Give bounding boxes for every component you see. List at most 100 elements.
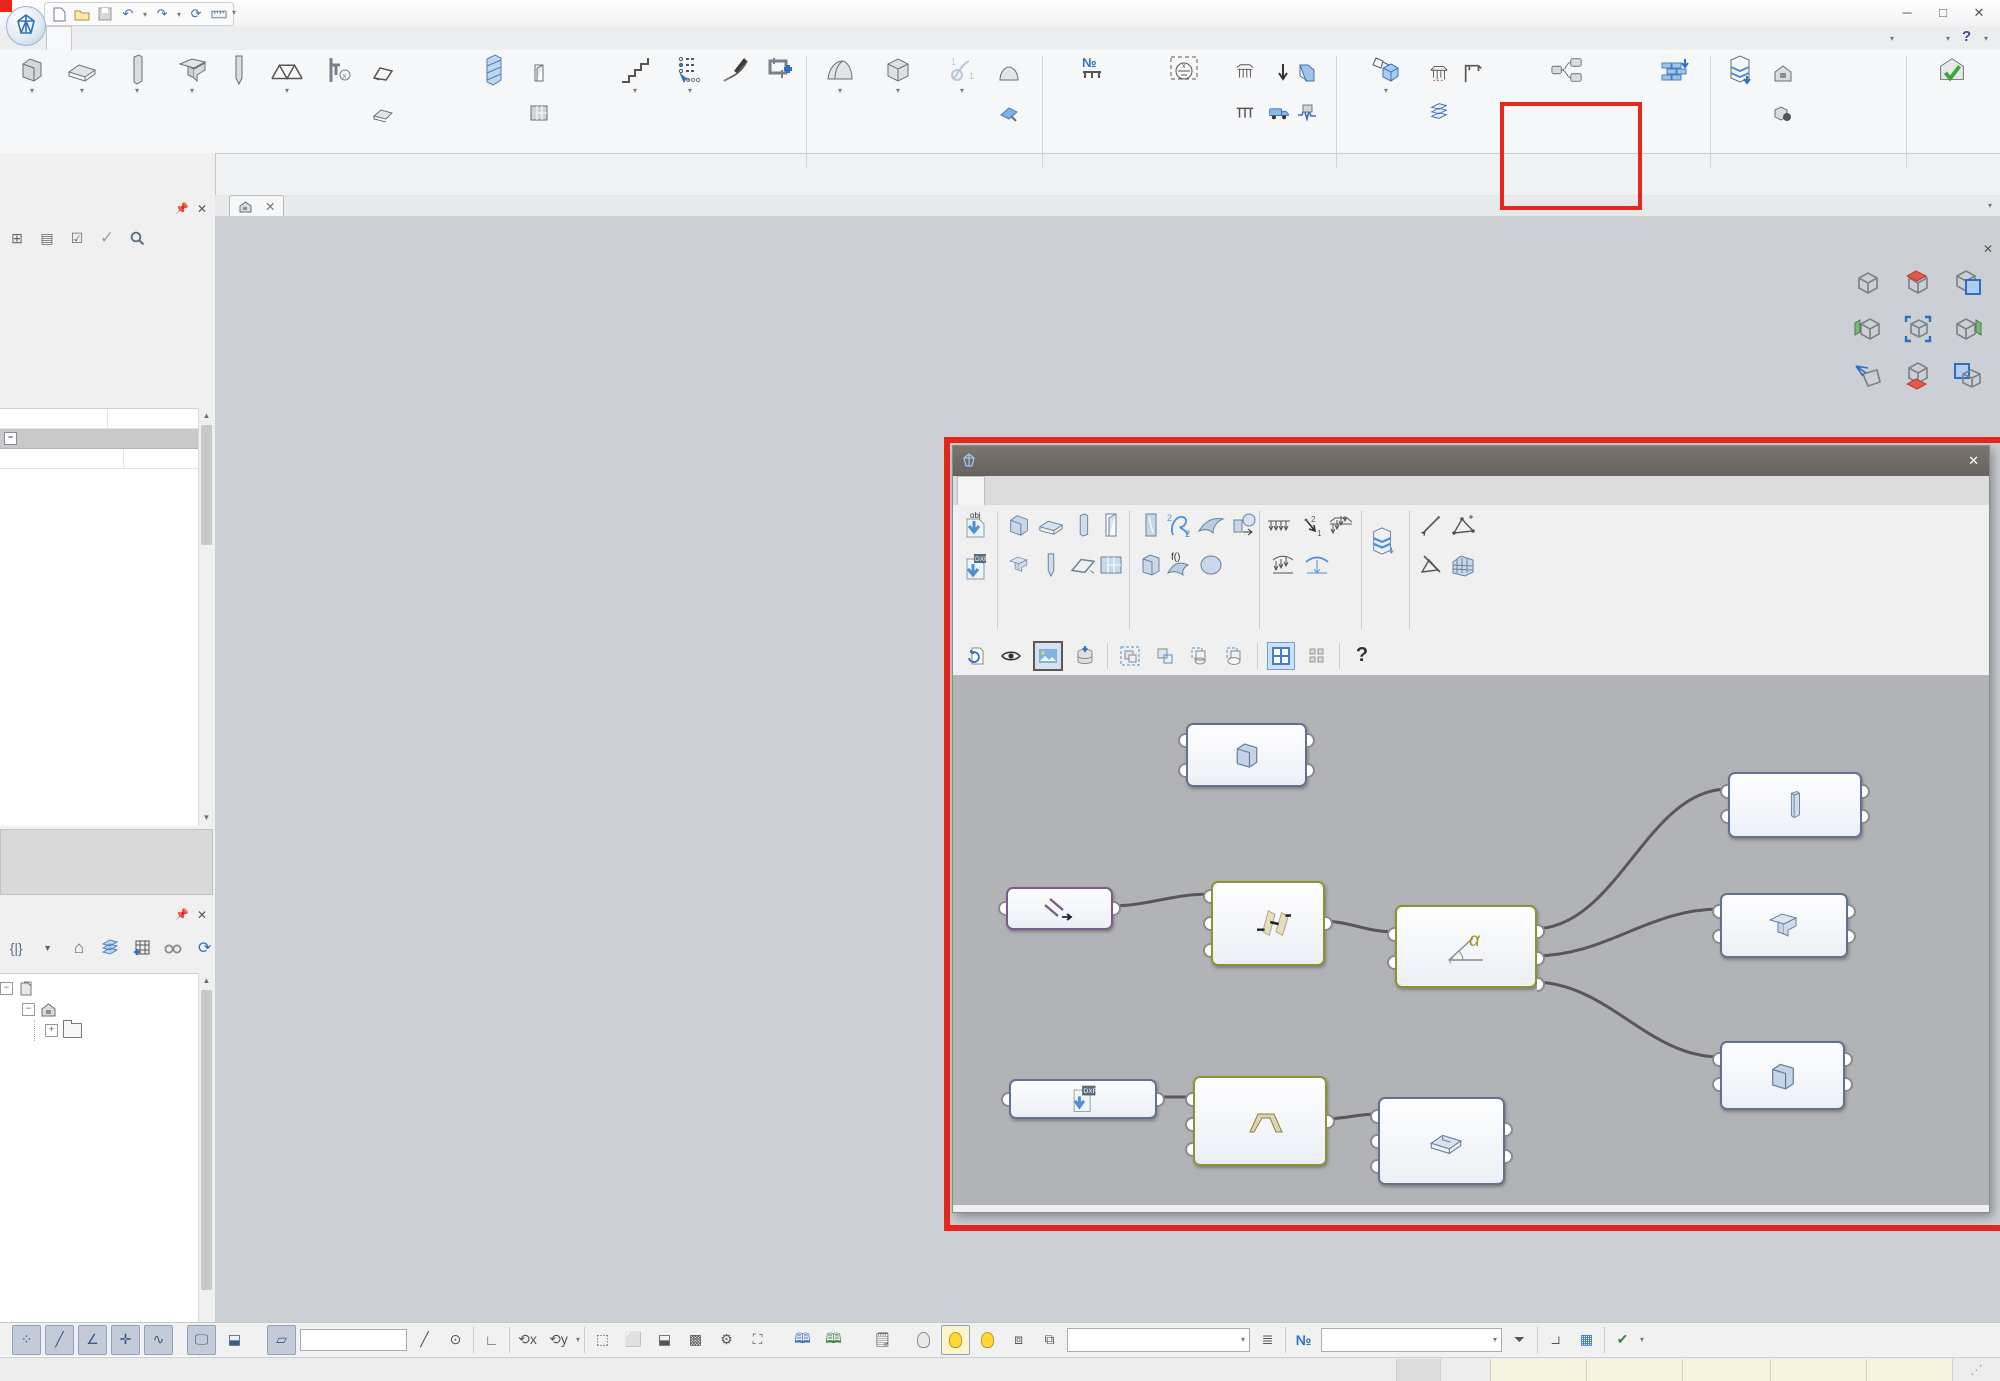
ag-triangulation-button[interactable] (1449, 511, 1477, 539)
roof-button[interactable]: ▾ (814, 53, 866, 127)
maximize-button[interactable]: □ (1926, 2, 1960, 24)
ag-panel-button[interactable] (1137, 511, 1165, 539)
filter-caret-icon[interactable]: ▼ (37, 938, 57, 958)
surface-import-node[interactable]: DXF (1009, 1079, 1157, 1119)
halftone-cube-icon[interactable]: ⬓ (651, 1326, 678, 1354)
front-view-button[interactable] (1953, 268, 1983, 298)
input-port[interactable] (1720, 784, 1728, 799)
input-port[interactable] (1185, 1142, 1193, 1157)
checked-list-icon[interactable]: ☑ (66, 228, 88, 248)
right-view-button[interactable] (1953, 314, 1983, 344)
perspective-view-button[interactable] (1853, 360, 1883, 390)
bottom-view-button[interactable] (1903, 360, 1933, 390)
minimize-button[interactable]: ─ (1890, 2, 1924, 24)
group-load-button[interactable] (1234, 58, 1256, 88)
tab-armirovanie[interactable] (170, 26, 194, 50)
dynamic-load-button[interactable] (1296, 98, 1318, 128)
tab-annotatsii[interactable] (248, 26, 272, 50)
input-port[interactable] (1001, 1092, 1009, 1107)
layer-light-icon[interactable]: ⧉ (1036, 1326, 1063, 1354)
camera-position-group-header[interactable]: − (0, 429, 198, 449)
ag-beam-button[interactable] (1005, 551, 1033, 579)
joint-button[interactable]: x (314, 53, 362, 127)
load-filter-icon[interactable]: ⏷ (1506, 1326, 1533, 1354)
space-button[interactable]: x (1138, 53, 1230, 127)
slab-button[interactable]: ▾ (58, 53, 106, 127)
show-image-icon[interactable] (1033, 641, 1063, 671)
wall-node-top[interactable] (1186, 723, 1307, 787)
line-load-button[interactable] (1234, 98, 1256, 128)
tab-redaktirovanie[interactable] (358, 26, 382, 50)
view-list-caret-icon[interactable]: ▾ (1988, 202, 1992, 209)
beam-button[interactable]: ▾ (168, 53, 216, 127)
autogen-tab-modeli[interactable] (957, 476, 985, 505)
storey-button[interactable] (1716, 53, 1764, 127)
auto-piles-button[interactable] (1428, 58, 1450, 88)
ag-shell-button[interactable] (1197, 511, 1225, 539)
perpendicular-icon[interactable]: ∟ (478, 1326, 505, 1354)
ag-box-button[interactable] (1137, 551, 1165, 579)
building-button[interactable] (1772, 58, 1798, 88)
ag-line-analytic-button[interactable] (1417, 511, 1445, 539)
axes-button[interactable]: ▾ (670, 53, 710, 127)
refresh-icon[interactable]: ⟳ (195, 938, 215, 958)
collapse-icon[interactable]: − (4, 432, 17, 445)
close-view-icon[interactable]: ✕ (265, 199, 275, 214)
input-port[interactable] (1712, 904, 1720, 919)
object-light-icon[interactable]: ⧈ (1005, 1326, 1032, 1354)
ag-mesh-button[interactable] (1449, 551, 1477, 579)
ks-button[interactable] (760, 53, 800, 127)
wireframe-cube-icon[interactable]: ⬚ (589, 1326, 616, 1354)
pile-button[interactable] (218, 53, 260, 127)
input-port[interactable] (1185, 1092, 1193, 1107)
ag-contour-button[interactable] (1417, 551, 1445, 579)
input-port[interactable] (1387, 955, 1395, 970)
redo-caret-icon[interactable]: ▾ (177, 11, 181, 18)
close-icon[interactable]: ✕ (197, 903, 207, 927)
select-nodes-icon[interactable] (1152, 643, 1178, 669)
autogen-titlebar[interactable]: ✕ (953, 446, 1989, 476)
ag-slab-button[interactable] (1037, 511, 1065, 539)
dome-tool-button[interactable] (998, 58, 1020, 88)
wall-button[interactable]: ▾ (8, 53, 56, 127)
ag-ramp-button[interactable] (1069, 551, 1097, 579)
load-case-select[interactable]: ▾ (1321, 1328, 1502, 1352)
num-lock-indicator[interactable] (1396, 1359, 1440, 1381)
import-obj-button[interactable]: obj (961, 511, 989, 539)
delta-h-button[interactable] (372, 98, 398, 128)
more-caret-icon[interactable]: ▾ (1640, 1336, 1644, 1343)
column-button[interactable]: ▾ (108, 53, 166, 127)
autogen-tab-servisy[interactable] (1305, 476, 1331, 504)
autogen-tab-geometriya[interactable] (1015, 476, 1041, 504)
select-visible-icon[interactable] (1187, 643, 1213, 669)
rotate-y-icon[interactable]: ⟲y (545, 1326, 572, 1354)
levels-button[interactable] (1648, 53, 1704, 127)
input-port[interactable] (1370, 1159, 1378, 1174)
offset-lines-node[interactable] (1006, 887, 1113, 930)
textured-cube-icon[interactable]: ▩ (682, 1326, 709, 1354)
solids-3d-button[interactable]: ▾ (872, 53, 924, 127)
input-port[interactable] (1203, 916, 1211, 931)
load-case-back-icon[interactable]: № (1290, 1326, 1317, 1354)
recalc-icon[interactable] (963, 643, 989, 669)
tree-expander-icon[interactable]: − (22, 1003, 35, 1016)
input-port[interactable] (1387, 927, 1395, 942)
expand-categories-icon[interactable]: ⊞ (6, 228, 28, 248)
input-port[interactable] (1203, 943, 1211, 958)
redo-icon[interactable]: ↷ (154, 6, 170, 22)
filter-braces-icon[interactable]: {|} (6, 938, 26, 958)
open-file-icon[interactable] (74, 6, 90, 22)
ag-group-load-button[interactable] (1327, 513, 1355, 541)
bulb-selected-icon[interactable] (941, 1325, 970, 1355)
help-caret-icon[interactable]: ▾ (1984, 35, 1988, 42)
list-view-icon[interactable]: ▤ (36, 228, 58, 248)
tab-vidy[interactable] (316, 26, 340, 50)
grid-snap-toggle[interactable]: ⁘ (12, 1325, 41, 1355)
wall-load-button[interactable] (1296, 58, 1318, 88)
autogen-tab-parametry[interactable] (1221, 476, 1247, 504)
grid-view-large-icon[interactable] (1267, 642, 1295, 670)
bulb-on-icon[interactable] (974, 1326, 1001, 1354)
iso-view-button[interactable] (1853, 268, 1883, 298)
save-icon[interactable] (97, 6, 113, 22)
settings-cube-icon[interactable]: ⚙ (713, 1326, 740, 1354)
